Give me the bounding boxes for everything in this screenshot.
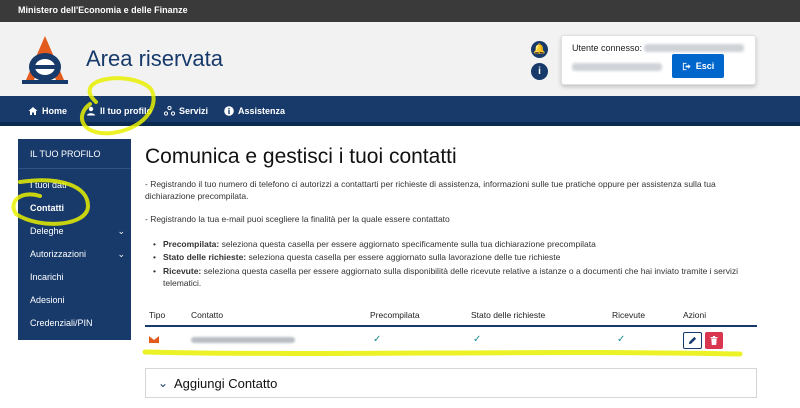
column-header-type: Tipo	[149, 310, 166, 320]
check-request-status-icon: ✓	[473, 334, 482, 345]
sidebar-item-subscriptions[interactable]: Adesioni	[30, 295, 125, 305]
sidebar-item-credentials[interactable]: Credenziali/PIN	[30, 318, 125, 328]
nav-item-assistance[interactable]: Assistenza	[224, 106, 285, 116]
sidebar-title: IL TUO PROFILO	[18, 139, 131, 169]
column-header-contact: Contatto	[191, 310, 224, 320]
nav-item-services[interactable]: Servizi	[164, 106, 208, 116]
nav-label: Il tuo profilo	[100, 106, 152, 116]
sidebar-item-assignments[interactable]: Incarichi	[30, 272, 125, 282]
intro-phone-line2: dichiarazione precompilata.	[145, 191, 249, 201]
user-id-redacted	[572, 63, 662, 71]
user-label: Utente connesso:	[572, 43, 643, 53]
sidebar-item-label: Deleghe	[30, 226, 64, 236]
bullet-text: telematici.	[163, 278, 202, 288]
sidebar-item-label: Autorizzazioni	[30, 249, 87, 259]
intro-email: - Registrando la tua e-mail puoi sceglie…	[145, 214, 450, 224]
user-name-redacted	[644, 44, 744, 52]
edit-contact-button[interactable]	[683, 332, 702, 349]
bullet-text: seleziona questa casella per essere aggi…	[246, 252, 561, 262]
info-icon[interactable]: i	[531, 63, 548, 80]
column-header-receipts: Ricevute	[612, 310, 646, 320]
sidebar-item-personal-data[interactable]: I tuoi dati	[30, 180, 125, 190]
user-icon	[87, 106, 95, 116]
profile-sidebar: IL TUO PROFILO I tuoi dati Contatti Dele…	[18, 139, 131, 340]
ministry-name: Ministero dell'Economia e delle Finanze	[18, 5, 188, 15]
trash-icon	[710, 336, 718, 345]
bullet-term: Stato delle richieste:	[163, 252, 247, 262]
services-icon	[164, 106, 175, 116]
agenzia-logo-icon[interactable]	[20, 34, 70, 86]
column-header-actions: Azioni	[683, 310, 707, 320]
sidebar-item-authorizations[interactable]: Autorizzazioni ⌄	[30, 249, 125, 259]
column-header-request-status: Stato delle richieste	[471, 310, 546, 320]
logout-icon	[682, 62, 691, 70]
sidebar-item-label: Incarichi	[30, 272, 64, 282]
table-row: ✓ ✓ ✓	[145, 327, 757, 354]
sidebar-item-label: Adesioni	[30, 295, 65, 305]
check-precompiled-icon: ✓	[373, 334, 382, 345]
email-redacted	[191, 337, 295, 343]
bullet-dot: •	[153, 239, 156, 249]
logout-button[interactable]: Esci	[672, 54, 724, 78]
nav-item-profile[interactable]: Il tuo profilo	[86, 106, 152, 116]
bullet-dot: •	[153, 252, 156, 262]
bullet-text: seleziona questa casella per essere aggi…	[219, 239, 596, 249]
check-receipts-icon: ✓	[617, 334, 626, 345]
delete-contact-button[interactable]	[705, 332, 723, 349]
bullet-term: Ricevute:	[163, 266, 202, 276]
chevron-down-icon: ⌄	[117, 249, 125, 259]
nav-label: Home	[42, 106, 68, 116]
nav-item-home[interactable]: Home	[28, 106, 67, 116]
nav-label: Assistenza	[238, 106, 286, 116]
home-icon	[28, 107, 38, 115]
email-icon	[149, 336, 159, 343]
bullet-dot: •	[153, 266, 156, 276]
bullet-text: seleziona questa casella per essere aggi…	[201, 266, 739, 276]
ministry-bar: Ministero dell'Economia e delle Finanze	[0, 0, 800, 22]
sidebar-item-label: Contatti	[30, 203, 64, 213]
column-header-precompiled: Precompilata	[370, 310, 420, 320]
page-brand-title: Area riservata	[86, 46, 223, 71]
sidebar-item-delegations[interactable]: Deleghe ⌄	[30, 226, 125, 236]
sidebar-item-contacts[interactable]: Contatti	[30, 203, 125, 213]
add-contact-title: Aggiungi Contatto	[174, 376, 278, 391]
intro-phone-line1: - Registrando il tuo numero di telefono …	[145, 179, 716, 189]
user-panel: Utente connesso: Esci	[561, 35, 756, 85]
nav-label: Servizi	[179, 106, 209, 116]
logout-label: Esci	[695, 61, 715, 71]
chevron-down-icon: ⌄	[117, 226, 125, 236]
chevron-down-icon: ⌄	[158, 376, 169, 390]
page-title: Comunica e gestisci i tuoi contatti	[145, 145, 457, 168]
info-icon	[224, 106, 234, 116]
bullet-term: Precompilata:	[163, 239, 220, 249]
pencil-icon	[688, 336, 697, 345]
add-contact-accordion[interactable]: ⌄ Aggiungi Contatto	[145, 368, 757, 398]
main-nav: Home Il tuo profilo Servizi Assistenza	[0, 96, 800, 126]
sidebar-item-label: Credenziali/PIN	[30, 318, 93, 328]
sidebar-item-label: I tuoi dati	[30, 180, 67, 190]
bell-icon[interactable]: 🔔	[531, 41, 548, 58]
